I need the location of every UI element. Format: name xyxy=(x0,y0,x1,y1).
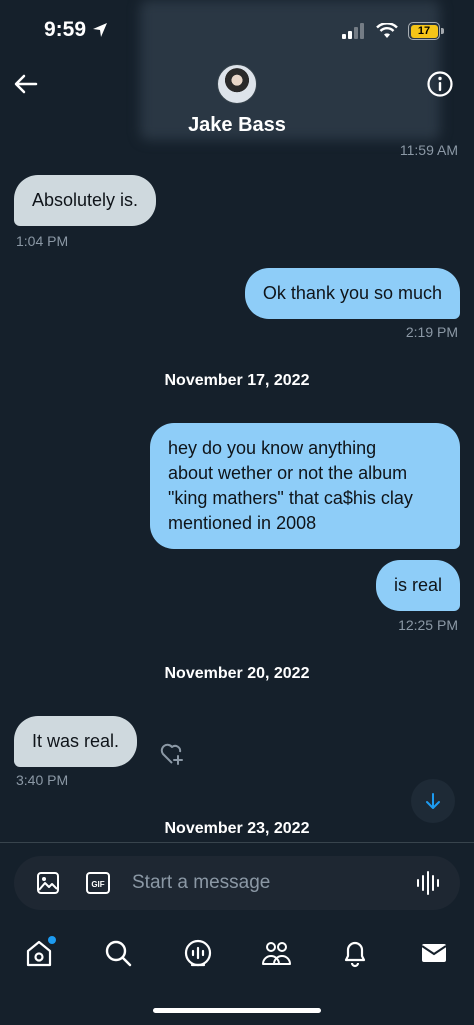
add-photo-button[interactable] xyxy=(36,871,60,900)
date-separator: November 17, 2022 xyxy=(164,372,310,389)
tab-communities[interactable] xyxy=(261,938,291,968)
bottom-tab-bar xyxy=(0,930,474,980)
incoming-message-bubble[interactable]: It was real. xyxy=(14,716,138,767)
cellular-signal-icon xyxy=(342,23,364,39)
back-button[interactable] xyxy=(12,70,40,98)
notification-dot xyxy=(48,936,56,944)
tab-home[interactable] xyxy=(24,936,56,968)
info-icon xyxy=(427,71,453,97)
tab-spaces[interactable] xyxy=(183,938,213,968)
communities-icon xyxy=(262,942,291,965)
heart-plus-icon xyxy=(160,743,183,765)
status-bar: 9:59 17 xyxy=(0,0,474,60)
message-composer: GIF xyxy=(14,856,460,910)
spaces-icon xyxy=(184,939,212,967)
message-timestamp: 1:04 PM xyxy=(16,233,69,249)
voice-waveform-icon xyxy=(417,871,439,895)
image-icon xyxy=(37,872,59,894)
add-gif-button[interactable]: GIF xyxy=(86,872,110,899)
arrow-left-icon xyxy=(14,74,38,94)
status-time: 9:59 xyxy=(44,18,108,42)
date-separator: November 23, 2022 xyxy=(164,820,310,837)
add-reaction-button[interactable] xyxy=(158,740,186,768)
contact-avatar[interactable] xyxy=(217,64,257,104)
scroll-to-bottom-button[interactable] xyxy=(411,779,455,823)
conversation-header: Jake Bass xyxy=(0,60,474,150)
outgoing-message-bubble[interactable]: is real xyxy=(375,560,460,611)
location-arrow-icon xyxy=(93,23,108,37)
message-timestamp: 12:25 PM xyxy=(398,617,458,633)
message-timestamp: 3:40 PM xyxy=(16,772,69,788)
gif-icon: GIF xyxy=(86,872,110,894)
home-indicator[interactable] xyxy=(153,1008,321,1013)
bell-icon xyxy=(344,941,366,968)
info-button[interactable] xyxy=(426,70,454,98)
contact-name[interactable]: Jake Bass xyxy=(0,114,474,137)
composer-divider xyxy=(0,842,474,843)
tab-messages[interactable] xyxy=(419,938,449,968)
message-timestamp: 2:19 PM xyxy=(405,324,458,340)
tab-notifications[interactable] xyxy=(340,938,370,968)
svg-text:GIF: GIF xyxy=(91,880,104,889)
battery-icon: 17 xyxy=(408,22,444,40)
arrow-down-icon xyxy=(426,793,440,809)
search-icon xyxy=(105,940,132,967)
wifi-icon xyxy=(376,23,398,38)
message-timestamp: 11:59 AM xyxy=(399,142,458,158)
incoming-message-bubble[interactable]: Absolutely is. xyxy=(14,175,157,226)
voice-message-button[interactable] xyxy=(416,870,440,901)
envelope-icon xyxy=(421,944,447,962)
message-input[interactable] xyxy=(132,868,382,898)
tab-search[interactable] xyxy=(103,938,133,968)
outgoing-message-bubble[interactable]: Ok thank you so much xyxy=(244,268,460,319)
outgoing-message-bubble[interactable]: hey do you know anything about wether or… xyxy=(150,423,460,549)
date-separator: November 20, 2022 xyxy=(164,665,310,682)
